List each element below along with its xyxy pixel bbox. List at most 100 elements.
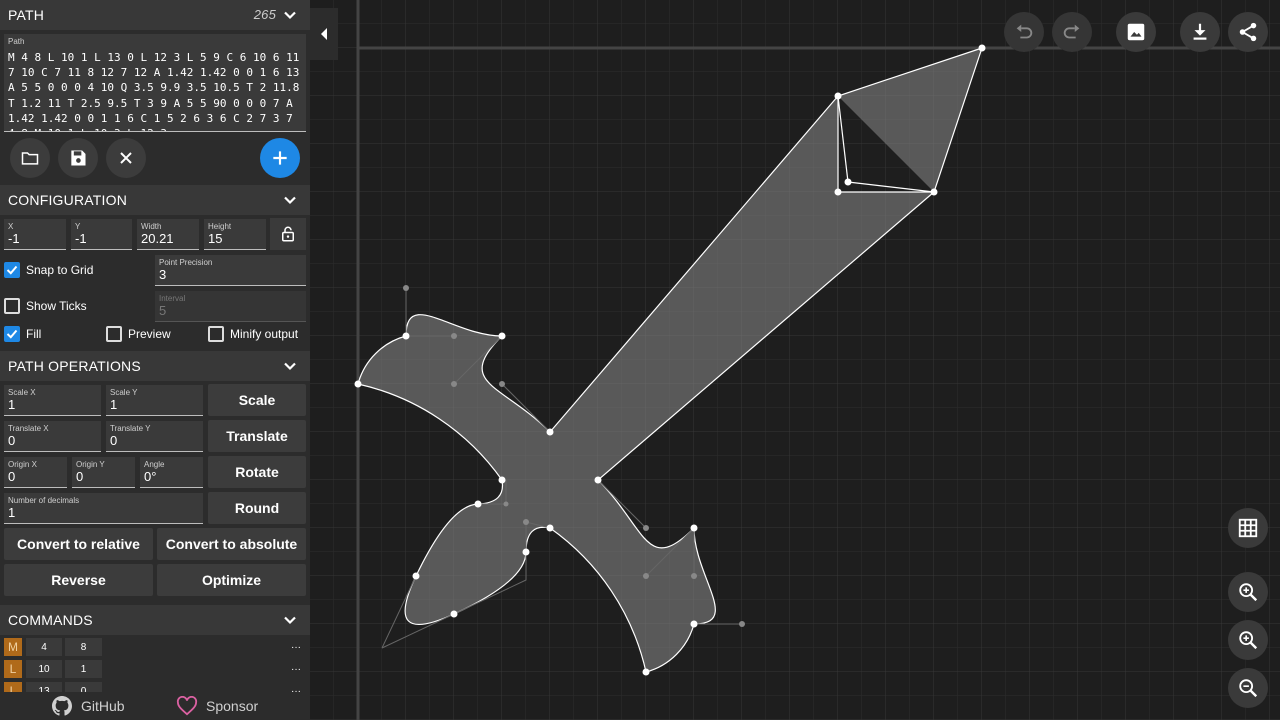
redo-icon <box>1063 24 1080 39</box>
path-section-header[interactable]: PATH 265 <box>0 0 310 30</box>
redo-button[interactable] <box>1052 12 1092 52</box>
plus-icon <box>273 151 287 165</box>
field-value: 0 <box>76 469 84 484</box>
snap-to-grid-label: Snap to Grid <box>26 263 94 277</box>
command-type-badge[interactable]: M <box>4 638 22 656</box>
folder-icon <box>21 152 39 165</box>
fill-label: Fill <box>26 327 42 341</box>
field-value: 0° <box>144 469 157 484</box>
command-menu-button[interactable]: ··· <box>286 660 306 678</box>
viewbox-width-field[interactable]: Width 20.21 <box>137 219 199 250</box>
chevron-down-icon <box>284 11 296 20</box>
field-value: 20.21 <box>141 231 174 246</box>
round-button[interactable]: Round <box>208 492 306 524</box>
configuration-title: CONFIGURATION <box>8 192 128 208</box>
toggle-grid-button[interactable] <box>1228 508 1268 548</box>
add-command-button[interactable] <box>260 138 300 178</box>
translate-y-field[interactable]: Translate Y 0 <box>106 421 203 452</box>
path-textarea[interactable]: Path M 4 8 L 10 1 L 13 0 L 12 3 L 5 9 C … <box>4 34 306 132</box>
zoom-fit-button[interactable] <box>1228 620 1268 660</box>
check-icon <box>6 265 18 275</box>
sponsor-link[interactable]: Sponsor <box>176 696 258 716</box>
translate-button[interactable]: Translate <box>208 420 306 452</box>
commands-title: COMMANDS <box>8 612 93 628</box>
github-icon <box>52 696 72 716</box>
field-value: 3 <box>159 267 167 282</box>
preview-checkbox[interactable] <box>106 326 122 342</box>
path-text: M 4 8 L 10 1 L 13 0 L 12 3 L 5 9 C 6 10 … <box>8 51 300 131</box>
convert-to-absolute-button[interactable]: Convert to absolute <box>157 528 306 560</box>
sponsor-label: Sponsor <box>206 698 259 714</box>
zoom-out-button[interactable] <box>1228 668 1268 708</box>
scale-button[interactable]: Scale <box>208 384 306 416</box>
undo-button[interactable] <box>1004 12 1044 52</box>
commands-section-header[interactable]: COMMANDS <box>0 605 310 635</box>
show-ticks-label: Show Ticks <box>26 299 87 313</box>
clear-button[interactable] <box>106 138 146 178</box>
reverse-button[interactable]: Reverse <box>4 564 153 596</box>
field-label: Origin X <box>8 460 37 469</box>
zoom-fit-icon <box>1239 631 1258 650</box>
preview-label: Preview <box>128 327 171 341</box>
check-icon <box>6 329 18 339</box>
save-icon <box>71 150 86 166</box>
field-label: Angle <box>144 460 165 469</box>
interval-field[interactable]: Interval 5 <box>155 291 306 322</box>
sidebar: PATH 265 Path M 4 8 L 10 1 L 13 0 L 12 3… <box>0 0 310 720</box>
angle-field[interactable]: Angle 0° <box>140 457 203 488</box>
origin-x-field[interactable]: Origin X 0 <box>4 457 67 488</box>
command-param[interactable]: 1 <box>65 660 102 678</box>
footer: GitHub Sponsor <box>0 692 310 720</box>
scale-y-field[interactable]: Scale Y 1 <box>106 385 203 416</box>
scale-x-field[interactable]: Scale X 1 <box>4 385 101 416</box>
command-param[interactable]: 10 <box>26 660 62 678</box>
command-type-badge[interactable]: L <box>4 660 22 678</box>
background-image-button[interactable] <box>1116 12 1156 52</box>
collapse-sidebar-button[interactable] <box>310 8 338 60</box>
export-button[interactable] <box>1180 12 1220 52</box>
close-icon <box>120 152 132 164</box>
editor-canvas[interactable] <box>310 0 1280 720</box>
path-operations-section-header[interactable]: PATH OPERATIONS <box>0 351 310 381</box>
command-menu-button[interactable]: ··· <box>286 638 306 656</box>
field-label: Scale Y <box>110 388 138 397</box>
open-button[interactable] <box>10 138 50 178</box>
field-value: 1 <box>8 397 16 412</box>
github-link[interactable]: GitHub <box>52 696 125 716</box>
share-button[interactable] <box>1228 12 1268 52</box>
command-row[interactable]: L 10 1 ··· <box>0 660 310 678</box>
rotate-button[interactable]: Rotate <box>208 456 306 488</box>
field-label: Translate X <box>8 424 49 433</box>
field-value: -1 <box>75 231 87 246</box>
command-param[interactable]: 8 <box>65 638 102 656</box>
command-param[interactable]: 4 <box>26 638 62 656</box>
configuration-section-header[interactable]: CONFIGURATION <box>0 185 310 215</box>
field-value: 5 <box>159 303 167 318</box>
path-length-count: 265 <box>253 7 276 22</box>
viewbox-x-field[interactable]: X -1 <box>4 219 66 250</box>
zoom-in-button[interactable] <box>1228 572 1268 612</box>
origin-y-field[interactable]: Origin Y 0 <box>72 457 135 488</box>
point-precision-field[interactable]: Point Precision 3 <box>155 255 306 286</box>
fill-checkbox[interactable] <box>4 326 20 342</box>
zoom-out-icon <box>1239 679 1258 698</box>
viewbox-y-field[interactable]: Y -1 <box>71 219 132 250</box>
download-icon <box>1193 23 1207 40</box>
canvas-area[interactable] <box>310 0 1280 720</box>
heart-icon <box>176 696 198 716</box>
convert-to-relative-button[interactable]: Convert to relative <box>4 528 153 560</box>
chevron-down-icon <box>284 616 296 625</box>
path-section-title: PATH <box>8 7 45 23</box>
viewbox-height-field[interactable]: Height 15 <box>204 219 266 250</box>
optimize-button[interactable]: Optimize <box>157 564 306 596</box>
decimals-field[interactable]: Number of decimals 1 <box>4 493 203 524</box>
field-value: 15 <box>208 231 223 246</box>
translate-x-field[interactable]: Translate X 0 <box>4 421 101 452</box>
snap-to-grid-checkbox[interactable] <box>4 262 20 278</box>
path-field-label: Path <box>8 37 25 46</box>
save-button[interactable] <box>58 138 98 178</box>
show-ticks-checkbox[interactable] <box>4 298 20 314</box>
lock-ratio-button[interactable] <box>270 218 306 250</box>
command-row[interactable]: M 4 8 ··· <box>0 638 310 656</box>
minify-output-checkbox[interactable] <box>208 326 224 342</box>
